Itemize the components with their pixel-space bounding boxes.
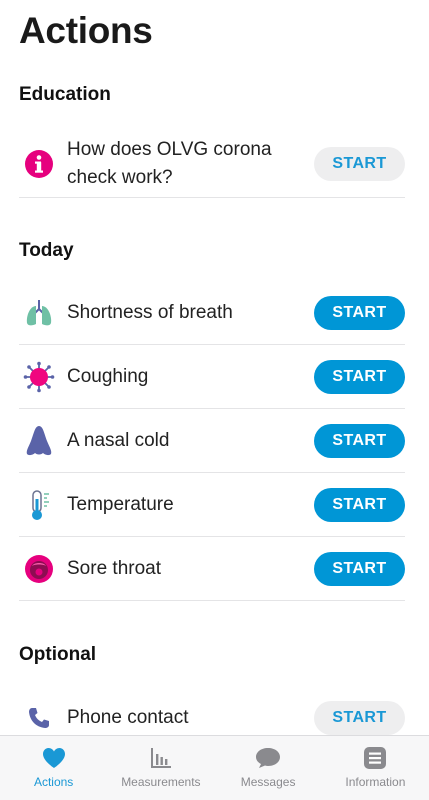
list-item-temperature: Temperature START [19,474,405,537]
virus-icon [23,361,55,393]
bar-chart-icon [148,745,174,771]
tab-actions[interactable]: Actions [0,736,107,800]
section-heading-today: Today [19,240,74,261]
thermometer-icon [23,489,55,521]
start-button-shortness-of-breath[interactable]: START [314,296,405,330]
list-item-label: Shortness of breath [67,302,233,323]
section-heading-optional: Optional [19,644,97,665]
list-item-label: Coughing [67,366,149,387]
tab-label: Measurements [121,775,201,789]
start-button-coughing[interactable]: START [314,360,405,394]
chat-bubble-icon [255,745,281,771]
lungs-icon [23,297,55,329]
list-item-shortness-of-breath: Shortness of breath START [19,282,405,345]
page-title: Actions [19,10,153,51]
list-item-education-corona-check: How does OLVG corona check work? START [19,131,405,198]
info-icon [23,148,55,180]
list-item-sore-throat: Sore throat START [19,538,405,601]
start-button-nasal-cold[interactable]: START [314,424,405,458]
list-item-label: Phone contact [67,706,189,728]
list-item-nasal-cold: A nasal cold START [19,410,405,473]
list-item-label: Temperature [67,494,174,515]
tab-label: Messages [240,775,296,789]
phone-icon [23,702,55,734]
tab-bar: Actions Measurements Messages Informatio… [0,735,429,800]
tab-label: Actions [33,775,74,789]
nose-icon [23,425,55,457]
start-button-phone-contact[interactable]: START [314,700,405,735]
tab-messages[interactable]: Messages [215,736,322,800]
heart-icon [41,745,67,771]
throat-icon [23,553,55,585]
list-item-label: A nasal cold [67,430,170,451]
list-icon [362,745,388,771]
list-item-label: Sore throat [67,558,161,579]
tab-label: Information [345,775,406,789]
start-button-temperature[interactable]: START [314,488,405,522]
tab-information[interactable]: Information [322,736,429,800]
start-button-corona-check[interactable]: START [314,147,405,181]
list-item-coughing: Coughing START [19,346,405,409]
tab-measurements[interactable]: Measurements [107,736,214,800]
list-item-label: How does OLVG corona check work? [67,139,272,188]
section-heading-education: Education [19,84,111,105]
start-button-sore-throat[interactable]: START [314,552,405,586]
